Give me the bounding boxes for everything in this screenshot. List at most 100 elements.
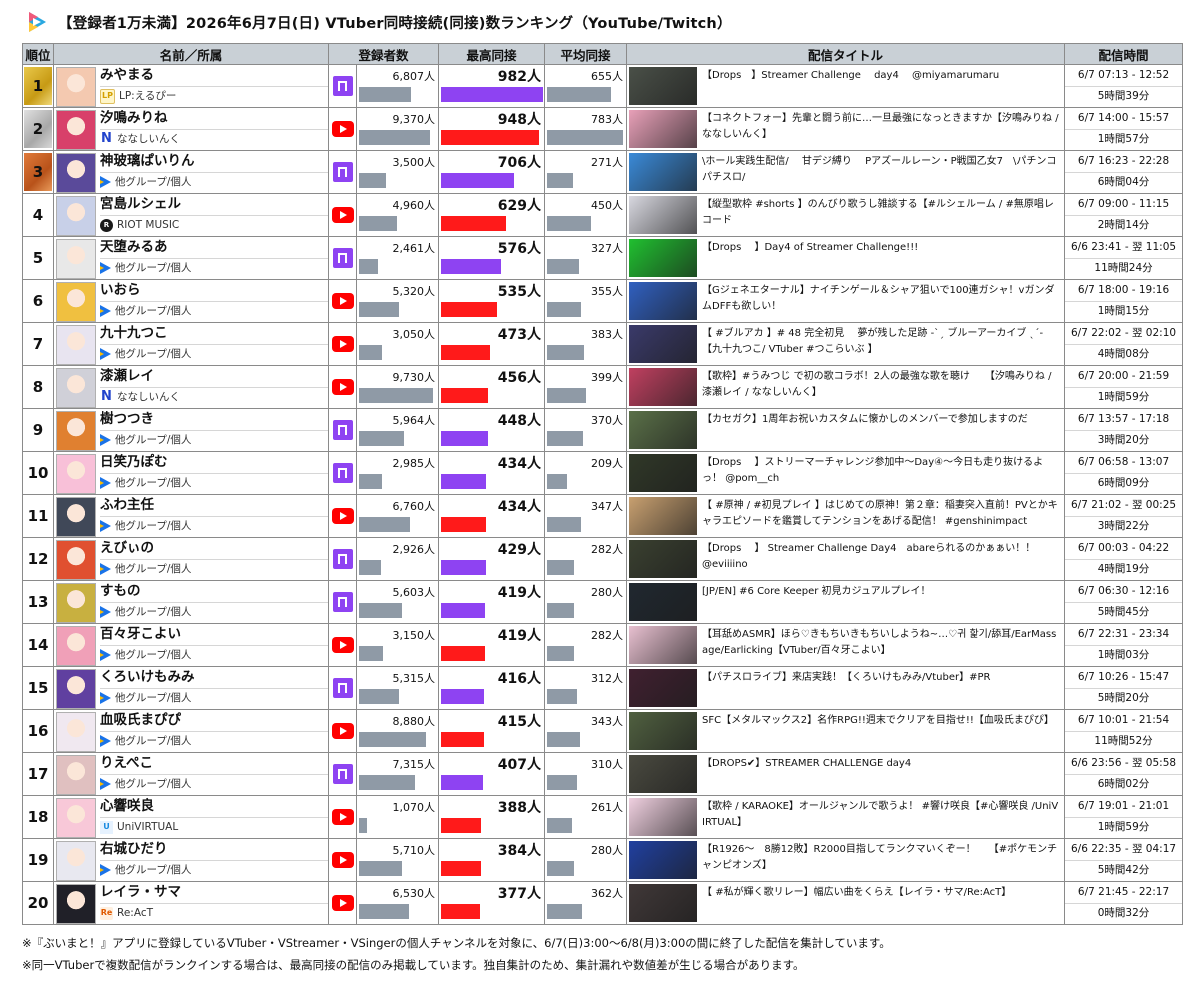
vtuber-name[interactable]: 宮島ルシェル: [100, 194, 328, 216]
avatar[interactable]: [56, 540, 96, 580]
avatar[interactable]: [56, 798, 96, 838]
stream-thumbnail[interactable]: [629, 67, 698, 105]
stream-title[interactable]: 【コネクトフォー】先輩と闘う前に…一旦最強になっときますか【汐鳴みりね / なな…: [702, 108, 1064, 149]
vtuber-name[interactable]: くろいけもみみ: [100, 667, 328, 689]
avatar[interactable]: [56, 411, 96, 451]
stream-thumbnail[interactable]: [629, 755, 698, 793]
table-row[interactable]: 3 神玻璃ぱいりん 他グループ/個人 3,500人 706人 271人 \ホール実践生配信/…: [22, 150, 1184, 194]
stream-thumbnail[interactable]: [629, 153, 698, 191]
stream-title[interactable]: 【パチスロライブ】来店実践！【くろいけもみみ/Vtuber】#PR: [702, 667, 1064, 708]
table-row[interactable]: 9 樹つつき 他グループ/個人 5,964人 448人 370人 【カセガク】1周年お祝いカ…: [22, 408, 1184, 452]
vtuber-name[interactable]: えびぃの: [100, 538, 328, 560]
table-row[interactable]: 13 すもの 他グループ/個人 5,603人 419人 280人 [JP/EN] #6 Co…: [22, 580, 1184, 624]
table-row[interactable]: 1 みやまる LP LP:えるぴー 6,807人 982人 655人 【Drops 】Stre…: [22, 64, 1184, 108]
avatar[interactable]: [56, 368, 96, 408]
stream-thumbnail[interactable]: [629, 669, 698, 707]
stream-title[interactable]: 【 #私が輝く歌リレー】幅広い曲をくらえ【レイラ・サマ/Re:AcT】: [702, 882, 1064, 923]
table-row[interactable]: 14 百々牙こよい 他グループ/個人 3,150人 419人 282人 【耳舐めASMR】ほ…: [22, 623, 1184, 667]
stream-thumbnail[interactable]: [629, 110, 698, 148]
avatar[interactable]: [56, 755, 96, 795]
vtuber-name[interactable]: 九十九つこ: [100, 323, 328, 345]
stream-title[interactable]: 【R1926～ 8勝12敗】R2000目指してランクマいくぞー！ 【#ポケモンチ…: [702, 839, 1064, 880]
stream-thumbnail[interactable]: [629, 368, 698, 406]
table-row[interactable]: 6 いおら 他グループ/個人 5,320人 535人 355人 【Gジェネエターナル】ナイチ…: [22, 279, 1184, 323]
vtuber-name[interactable]: 血吸氏まぴぴ: [100, 710, 328, 732]
avatar[interactable]: [56, 325, 96, 365]
stream-thumbnail[interactable]: [629, 583, 698, 621]
table-row[interactable]: 16 血吸氏まぴぴ 他グループ/個人 8,880人 415人 343人 SFC【メタルマック…: [22, 709, 1184, 753]
avatar[interactable]: [56, 282, 96, 322]
stream-thumbnail[interactable]: [629, 196, 698, 234]
avatar[interactable]: [56, 110, 96, 150]
vtuber-name[interactable]: 神玻璃ぱいりん: [100, 151, 328, 173]
stream-thumbnail[interactable]: [629, 626, 698, 664]
avatar[interactable]: [56, 196, 96, 236]
avatar[interactable]: [56, 239, 96, 279]
table-row[interactable]: 17 りえぺこ 他グループ/個人 7,315人 407人 310人 【DROPS✔】STRE…: [22, 752, 1184, 796]
stream-title[interactable]: 【Drops 】Day4 of Streamer Challenge!!!: [702, 237, 1064, 278]
table-row[interactable]: 2 汐鳴みりね N ななしいんく 9,370人 948人 783人 【コネクトフォー】先輩と闘…: [22, 107, 1184, 151]
vtuber-name[interactable]: いおら: [100, 280, 328, 302]
table-row[interactable]: 20 レイラ・サマ Re Re:AcT 6,530人 377人 362人 【 #私が輝く歌リレ…: [22, 881, 1184, 925]
stream-title[interactable]: 【 #ブルアカ 】# 48 完全初見 夢が残した足跡 -ˋˏ ブルーアーカイブ …: [702, 323, 1064, 364]
stream-thumbnail[interactable]: [629, 497, 698, 535]
stream-title[interactable]: 【Drops 】ストリーマーチャレンジ参加中～Day④～今日も走り抜けるよっ！ …: [702, 452, 1064, 493]
stream-title[interactable]: 【カセガク】1周年お祝いカスタムに懐かしのメンバーで参加しますのだ: [702, 409, 1064, 450]
table-row[interactable]: 8 漆瀬レイ N ななしいんく 9,730人 456人 399人 【歌枠】#うみつじ で初の歌…: [22, 365, 1184, 409]
vtuber-name[interactable]: 天堕みるあ: [100, 237, 328, 259]
vtuber-name[interactable]: 日笑乃ぽむ: [100, 452, 328, 474]
avatar[interactable]: [56, 153, 96, 193]
stream-thumbnail[interactable]: [629, 282, 698, 320]
stream-title[interactable]: 【縦型歌枠 #shorts 】のんびり歌うし雑談する【#ルシェルーム / #無原…: [702, 194, 1064, 235]
vtuber-name[interactable]: すもの: [100, 581, 328, 603]
vtuber-name[interactable]: 漆瀬レイ: [100, 366, 328, 388]
stream-title[interactable]: 【歌枠 / KARAOKE】オールジャンルで歌うよ！ #響け咲良【#心響咲良 /…: [702, 796, 1064, 837]
stream-thumbnail[interactable]: [629, 712, 698, 750]
avatar[interactable]: [56, 497, 96, 537]
table-row[interactable]: 19 右城ひだり 他グループ/個人 5,710人 384人 280人 【R1926～ 8勝1…: [22, 838, 1184, 882]
vtuber-name[interactable]: 汐鳴みりね: [100, 108, 328, 130]
stream-thumbnail[interactable]: [629, 411, 698, 449]
vtuber-name[interactable]: ふわ主任: [100, 495, 328, 517]
vtuber-name[interactable]: みやまる: [100, 65, 328, 87]
stream-title[interactable]: 【 #原神 / #初見プレイ 】はじめての原神！第２章：稲妻突入直前！PVとかキ…: [702, 495, 1064, 536]
table-row[interactable]: 10 日笑乃ぽむ 他グループ/個人 2,985人 434人 209人 【Drops 】ストリ…: [22, 451, 1184, 495]
stream-title[interactable]: 【歌枠】#うみつじ で初の歌コラボ！2人の最強な歌を聴け 【汐鳴みりね / 漆瀬…: [702, 366, 1064, 407]
avatar[interactable]: [56, 583, 96, 623]
avatar[interactable]: [56, 67, 96, 107]
table-row[interactable]: 15 くろいけもみみ 他グループ/個人 5,315人 416人 312人 【パチスロライブ】…: [22, 666, 1184, 710]
stream-thumbnail[interactable]: [629, 540, 698, 578]
avatar[interactable]: [56, 884, 96, 924]
table-row[interactable]: 12 えびぃの 他グループ/個人 2,926人 429人 282人 【Drops 】 Str…: [22, 537, 1184, 581]
avatar[interactable]: [56, 669, 96, 709]
table-row[interactable]: 7 九十九つこ 他グループ/個人 3,050人 473人 383人 【 #ブルアカ 】# 4…: [22, 322, 1184, 366]
avatar[interactable]: [56, 626, 96, 666]
vtuber-name[interactable]: りえぺこ: [100, 753, 328, 775]
stream-title[interactable]: 【Drops 】Streamer Challenge day4 @miyamar…: [702, 65, 1064, 106]
vtuber-name[interactable]: 百々牙こよい: [100, 624, 328, 646]
stream-thumbnail[interactable]: [629, 884, 698, 922]
stream-title[interactable]: \ホール実践生配信/ 甘デジ縛り Pアズールレーン・P戦国乙女7 \パチンコパチ…: [702, 151, 1064, 192]
stream-title[interactable]: 【Drops 】 Streamer Challenge Day4 abareられ…: [702, 538, 1064, 579]
stream-title[interactable]: [JP/EN] #6 Core Keeper 初見カジュアルプレイ！: [702, 581, 1064, 622]
stream-title[interactable]: 【DROPS✔】STREAMER CHALLENGE day4: [702, 753, 1064, 794]
avatar[interactable]: [56, 712, 96, 752]
table-row[interactable]: 18 心響咲良 U UniVIRTUAL 1,070人 388人 261人 【歌枠 / KAR…: [22, 795, 1184, 839]
stream-thumbnail[interactable]: [629, 454, 698, 492]
table-row[interactable]: 4 宮島ルシェル R RIOT MUSIC 4,960人 629人 450人 【縦型歌枠 #s…: [22, 193, 1184, 237]
avatar[interactable]: [56, 454, 96, 494]
vtuber-name[interactable]: 心響咲良: [100, 796, 328, 818]
stream-title[interactable]: 【耳舐めASMR】ほら♡きもちいきもちいしようね~…♡귀 핥기/舔耳/EarMa…: [702, 624, 1064, 665]
avatar[interactable]: [56, 841, 96, 881]
stream-thumbnail[interactable]: [629, 325, 698, 363]
vtuber-name[interactable]: 樹つつき: [100, 409, 328, 431]
table-row[interactable]: 5 天堕みるあ 他グループ/個人 2,461人 576人 327人 【Drops 】Day4…: [22, 236, 1184, 280]
stream-thumbnail[interactable]: [629, 841, 698, 879]
stream-thumbnail[interactable]: [629, 239, 698, 277]
stream-title[interactable]: SFC【メタルマックス2】名作RPG!!週末でクリアを目指せ!!【血吸氏まぴぴ】: [702, 710, 1064, 751]
stream-title[interactable]: 【Gジェネエターナル】ナイチンゲール＆シャア狙いで100連ガシャ！vガンダムDF…: [702, 280, 1064, 321]
stream-thumbnail[interactable]: [629, 798, 698, 836]
vtuber-name[interactable]: 右城ひだり: [100, 839, 328, 861]
vtuber-name[interactable]: レイラ・サマ: [100, 882, 328, 904]
table-row[interactable]: 11 ふわ主任 他グループ/個人 6,760人 434人 347人【 #原神 / #初見プ…: [22, 494, 1184, 538]
